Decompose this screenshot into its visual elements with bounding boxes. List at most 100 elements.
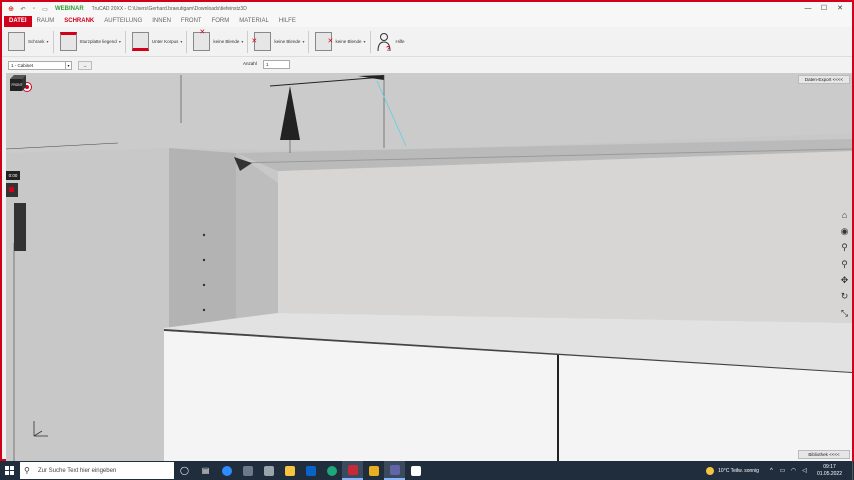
chevron-down-icon[interactable]: ▾ (47, 39, 49, 44)
drill-hole (202, 258, 206, 262)
trucad-app-icon[interactable] (342, 461, 363, 480)
ribbon-label: Unter Korpus (151, 39, 179, 44)
chevron-down-icon[interactable]: ▾ (65, 61, 71, 70)
ribbon-divider (247, 30, 249, 53)
ribbon-blende-right-button[interactable]: ✕ keine Blende ▾ (315, 29, 366, 55)
save-icon[interactable]: ▫ (30, 6, 38, 12)
tab-front[interactable]: FRONT (176, 16, 207, 27)
anzahl-label: Anzahl (243, 61, 257, 66)
ribbon-blende-left-button[interactable]: ✕ keine Blende ▾ (251, 29, 304, 55)
view-cube-icon[interactable]: FRONT (6, 73, 28, 93)
folder-app-icon[interactable] (363, 461, 384, 480)
tab-datei[interactable]: DATEI (4, 16, 32, 27)
tab-raum[interactable]: RAUM (32, 16, 60, 27)
ribbon-label: keine Blende (335, 39, 362, 44)
tab-aufteilung[interactable]: AUFTEILUNG (99, 16, 147, 27)
ribbon-unter-korpus-button[interactable]: Unter Korpus ▾ (131, 29, 182, 55)
undo-icon[interactable]: ↶ (19, 6, 27, 13)
zoom-app-icon[interactable] (216, 461, 237, 480)
top-panel-icon (59, 32, 77, 51)
3d-scene (6, 73, 852, 461)
anzahl-field[interactable]: 1 (263, 60, 290, 69)
home-icon[interactable]: ⌂ (839, 210, 850, 221)
edge-icon[interactable] (321, 461, 342, 480)
file-explorer-icon[interactable] (279, 461, 300, 480)
windows-logo-icon (4, 466, 14, 475)
notes-icon[interactable] (405, 461, 426, 480)
menu-bar: DATEI RAUM SCHRANK AUFTEILUNG INNEN FRON… (2, 16, 852, 27)
ribbon-label: Sturzplatte liegend (79, 39, 117, 44)
print-icon[interactable]: ▭ (41, 6, 49, 13)
orbit-icon[interactable]: ◉ (839, 226, 850, 237)
no-blende-top-icon: ✕ (193, 29, 211, 51)
start-button[interactable] (0, 461, 18, 480)
widgets-icon[interactable]: ▤ (195, 461, 216, 480)
chevron-down-icon[interactable]: ▾ (180, 39, 182, 44)
bottom-panel-icon (131, 32, 149, 51)
app-logo-icon: ⊕ (8, 6, 14, 13)
app-icon[interactable] (258, 461, 279, 480)
ribbon-sturzplatte-button[interactable]: Sturzplatte liegend ▾ (59, 29, 121, 55)
drill-hole (202, 308, 206, 312)
tab-schrank[interactable]: SCHRANK (59, 16, 99, 27)
volume-icon[interactable]: ◁ (800, 467, 809, 474)
ribbon-label: Hilfe (395, 39, 405, 44)
weather-widget[interactable]: 10°C Teilw. sonnig (706, 466, 759, 475)
ribbon-label: Schrank (28, 39, 45, 44)
cabinet-left-side (169, 148, 236, 328)
maximize-button[interactable]: ☐ (816, 2, 832, 16)
chevron-down-icon[interactable]: ▾ (302, 39, 304, 44)
minimize-button[interactable]: — (800, 2, 816, 16)
library-button[interactable]: Bibliothek <<<< (798, 450, 850, 459)
ribbon-divider (124, 30, 126, 53)
zoom-icon[interactable]: ⚲ (839, 259, 850, 270)
cabinet-back-wall (278, 151, 852, 323)
ribbon-divider (52, 30, 54, 53)
zoom-window-icon[interactable]: ⚲ (839, 242, 850, 253)
no-blende-right-icon: ✕ (315, 32, 333, 51)
ribbon: Schrank ▾ Sturzplatte liegend ▾ Unter Ko… (2, 27, 852, 57)
wifi-icon[interactable]: ◠ (789, 467, 798, 474)
rotate-icon[interactable]: ↻ (839, 291, 850, 302)
ribbon-divider (186, 30, 188, 53)
cabinet-icon (8, 32, 25, 51)
sun-icon (706, 466, 715, 475)
tab-material[interactable]: MATERIAL (234, 16, 274, 27)
cabinet-select[interactable]: 1 - Cabinet ▾ (8, 60, 72, 70)
clock-date: 01.05.2022 (816, 470, 842, 477)
outlook-icon[interactable] (300, 461, 321, 480)
ribbon-label: keine Blende (274, 39, 301, 44)
stop-recording-icon[interactable] (6, 183, 18, 197)
apply-button[interactable]: → (78, 60, 92, 70)
3d-viewport[interactable]: 0:00 Daten-Export <<<< FRONT ⌂ ◉ ⚲ ⚲ ✥ ↻… (6, 73, 852, 461)
view-cube-label: FRONT (12, 83, 23, 87)
left-marker (14, 203, 26, 251)
door-right (559, 355, 852, 461)
weather-text: 10°C Teilw. sonnig (718, 467, 759, 474)
search-icon: ⚲ (24, 466, 30, 475)
clock[interactable]: 09:17 01.05.2022 (817, 464, 842, 478)
ribbon-blende-top-button[interactable]: ✕ keine Blende ▾ (193, 29, 243, 55)
ribbon-hilfe-button[interactable]: ? Hilfe (377, 29, 405, 55)
tab-innen[interactable]: INNEN (147, 16, 176, 27)
chevron-down-icon[interactable]: ▾ (241, 39, 243, 44)
tab-hilfe[interactable]: HILFE (274, 16, 301, 27)
ribbon-label: keine Blende (213, 39, 240, 44)
chevron-up-icon[interactable]: ^ (767, 468, 776, 474)
cabinet-select-value: 1 - Cabinet (11, 62, 34, 68)
pan-icon[interactable]: ✥ (839, 275, 850, 286)
task-view-icon[interactable]: ◯ (174, 461, 195, 480)
chevron-down-icon[interactable]: ▾ (363, 39, 365, 44)
taskbar-search[interactable]: ⚲ Zur Suche Text hier eingeben (20, 462, 174, 479)
teams-icon[interactable] (384, 461, 405, 480)
fit-icon[interactable]: ⤡ (839, 308, 850, 319)
network-icon[interactable]: ▭ (778, 467, 787, 474)
system-tray: 10°C Teilw. sonnig ^ ▭ ◠ ◁ 09:17 01.05.2… (706, 461, 854, 480)
data-export-button[interactable]: Daten-Export <<<< (798, 75, 850, 84)
chevron-down-icon[interactable]: ▾ (119, 39, 121, 44)
webinar-label: WEBINAR (55, 6, 84, 12)
tab-form[interactable]: FORM (207, 16, 235, 27)
calculator-icon[interactable] (237, 461, 258, 480)
ribbon-schrank-button[interactable]: Schrank ▾ (8, 29, 49, 55)
close-button[interactable]: ✕ (832, 2, 848, 16)
